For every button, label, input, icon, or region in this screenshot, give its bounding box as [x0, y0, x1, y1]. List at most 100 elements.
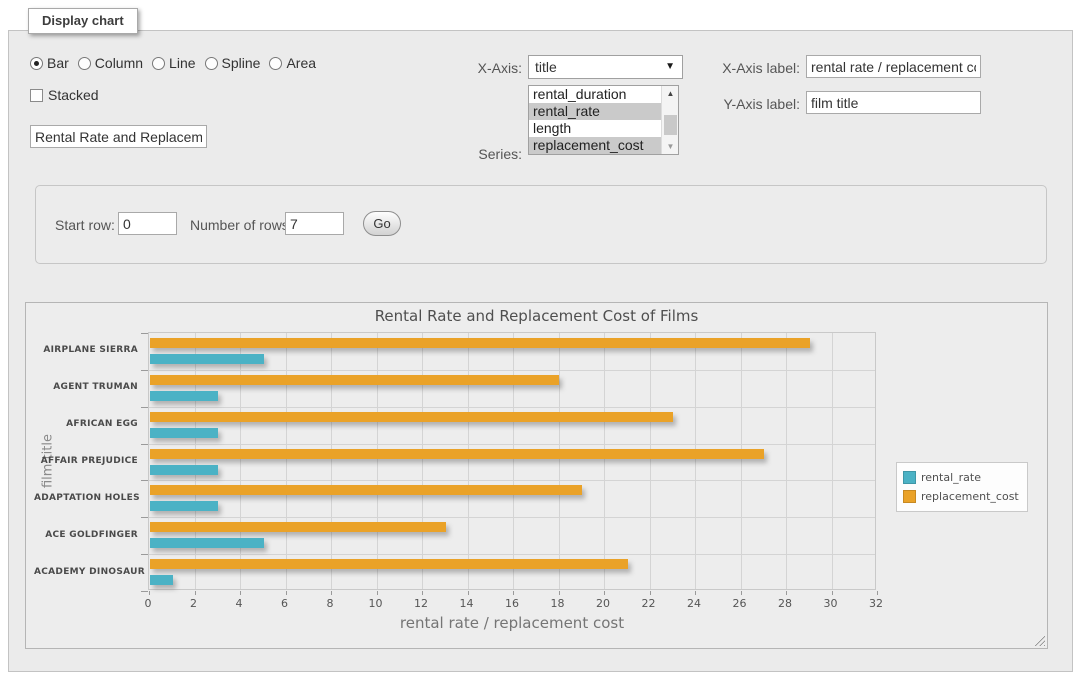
- y-tick-mark: [141, 407, 148, 408]
- x-tick-mark: [468, 591, 469, 595]
- x-tick-mark: [149, 591, 150, 595]
- bar-replacement_cost: [150, 338, 810, 348]
- series-listbox[interactable]: rental_durationrental_ratelengthreplacem…: [528, 85, 679, 155]
- gridline-horizontal: [149, 444, 875, 445]
- bar-rental_rate: [150, 391, 218, 401]
- radio-icon[interactable]: [152, 57, 165, 70]
- category-label: AGENT TRUMAN: [34, 382, 138, 392]
- series-option-rental_duration[interactable]: rental_duration: [529, 86, 662, 103]
- gridline-vertical: [513, 333, 514, 589]
- bar-replacement_cost: [150, 412, 673, 422]
- x-tick-mark: [695, 591, 696, 595]
- x-tick-mark: [559, 591, 560, 595]
- gridline-vertical: [832, 333, 833, 589]
- x-tick-label: 8: [305, 597, 355, 610]
- x-tick-mark: [240, 591, 241, 595]
- chart-title-input[interactable]: [30, 125, 207, 148]
- gridline-vertical: [240, 333, 241, 589]
- radio-label: Line: [169, 55, 195, 71]
- x-tick-mark: [786, 591, 787, 595]
- chart-legend: rental_rate replacement_cost: [896, 462, 1028, 512]
- gridline-vertical: [741, 333, 742, 589]
- gridline-horizontal: [149, 480, 875, 481]
- category-label: ACADEMY DINOSAUR: [34, 567, 138, 577]
- number-of-rows-label: Number of rows:: [190, 217, 293, 233]
- dropdown-arrow-icon[interactable]: ▼: [665, 61, 675, 72]
- x-tick-mark: [377, 591, 378, 595]
- chart-type-option-line[interactable]: Line: [152, 55, 195, 71]
- bar-rental_rate: [150, 538, 264, 548]
- x-tick-mark: [604, 591, 605, 595]
- chart-type-radio-group: Bar Column Line Spline Area: [30, 55, 316, 71]
- gridline-horizontal: [149, 517, 875, 518]
- gridline-vertical: [422, 333, 423, 589]
- radio-icon[interactable]: [30, 57, 43, 70]
- x-tick-label: 24: [669, 597, 719, 610]
- category-label: ADAPTATION HOLES: [34, 493, 138, 503]
- start-row-input[interactable]: [118, 212, 177, 235]
- legend-item: replacement_cost: [903, 487, 1019, 506]
- x-tick-mark: [422, 591, 423, 595]
- gridline-vertical: [468, 333, 469, 589]
- gridline-vertical: [331, 333, 332, 589]
- gridline-vertical: [786, 333, 787, 589]
- x-tick-mark: [286, 591, 287, 595]
- legend-swatch-icon: [903, 471, 916, 484]
- bar-replacement_cost: [150, 559, 628, 569]
- radio-label: Area: [286, 55, 316, 71]
- radio-icon[interactable]: [205, 57, 218, 70]
- y-tick-mark: [141, 591, 148, 592]
- bar-replacement_cost: [150, 375, 559, 385]
- y-axis-label-input[interactable]: [806, 91, 981, 114]
- gridline-horizontal: [149, 370, 875, 371]
- x-tick-label: 22: [624, 597, 674, 610]
- gridline-vertical: [559, 333, 560, 589]
- chart-type-option-area[interactable]: Area: [269, 55, 316, 71]
- legend-label: replacement_cost: [921, 490, 1019, 503]
- x-tick-label: 16: [487, 597, 537, 610]
- y-tick-mark: [141, 333, 148, 334]
- chart-type-option-spline[interactable]: Spline: [205, 55, 261, 71]
- legend-label: rental_rate: [921, 471, 981, 484]
- radio-label: Spline: [222, 55, 261, 71]
- scrollbar-thumb[interactable]: [664, 115, 677, 135]
- series-option-replacement_cost[interactable]: replacement_cost: [529, 137, 662, 154]
- x-tick-mark: [877, 591, 878, 595]
- x-tick-mark: [741, 591, 742, 595]
- resize-handle-icon[interactable]: [1033, 634, 1045, 646]
- chart-container: Rental Rate and Replacement Cost of Film…: [25, 302, 1048, 649]
- y-axis-label-caption: Y-Axis label:: [700, 96, 800, 112]
- x-axis-selected-value: title: [535, 59, 557, 75]
- checkbox-icon[interactable]: [30, 89, 43, 102]
- listbox-scrollbar[interactable]: ▲ ▼: [661, 86, 678, 154]
- x-axis-label-caption: X-Axis label:: [700, 60, 800, 76]
- radio-icon[interactable]: [269, 57, 282, 70]
- bar-rental_rate: [150, 354, 264, 364]
- x-axis-title: rental rate / replacement cost: [148, 614, 876, 632]
- legend-swatch-icon: [903, 490, 916, 503]
- plot-area: [148, 332, 876, 590]
- series-option-length[interactable]: length: [529, 120, 662, 137]
- bar-rental_rate: [150, 501, 218, 511]
- x-tick-label: 2: [169, 597, 219, 610]
- chart-type-option-column[interactable]: Column: [78, 55, 143, 71]
- x-axis-select-label: X-Axis:: [440, 60, 522, 76]
- radio-icon[interactable]: [78, 57, 91, 70]
- go-button[interactable]: Go: [363, 211, 401, 236]
- scroll-up-icon[interactable]: ▲: [662, 86, 679, 101]
- x-axis-label-input[interactable]: [806, 55, 981, 78]
- gridline-vertical: [286, 333, 287, 589]
- stacked-checkbox-row[interactable]: Stacked: [30, 87, 99, 103]
- series-options: rental_durationrental_ratelengthreplacem…: [529, 86, 662, 154]
- scroll-down-icon[interactable]: ▼: [662, 139, 679, 154]
- gridline-vertical: [377, 333, 378, 589]
- series-option-rental_rate[interactable]: rental_rate: [529, 103, 662, 120]
- chart-type-option-bar[interactable]: Bar: [30, 55, 69, 71]
- number-of-rows-input[interactable]: [285, 212, 344, 235]
- category-label: AFFAIR PREJUDICE: [34, 456, 138, 466]
- x-tick-label: 20: [578, 597, 628, 610]
- y-tick-mark: [141, 517, 148, 518]
- x-axis-select[interactable]: title ▼: [528, 55, 683, 79]
- x-tick-label: 10: [351, 597, 401, 610]
- x-tick-mark: [513, 591, 514, 595]
